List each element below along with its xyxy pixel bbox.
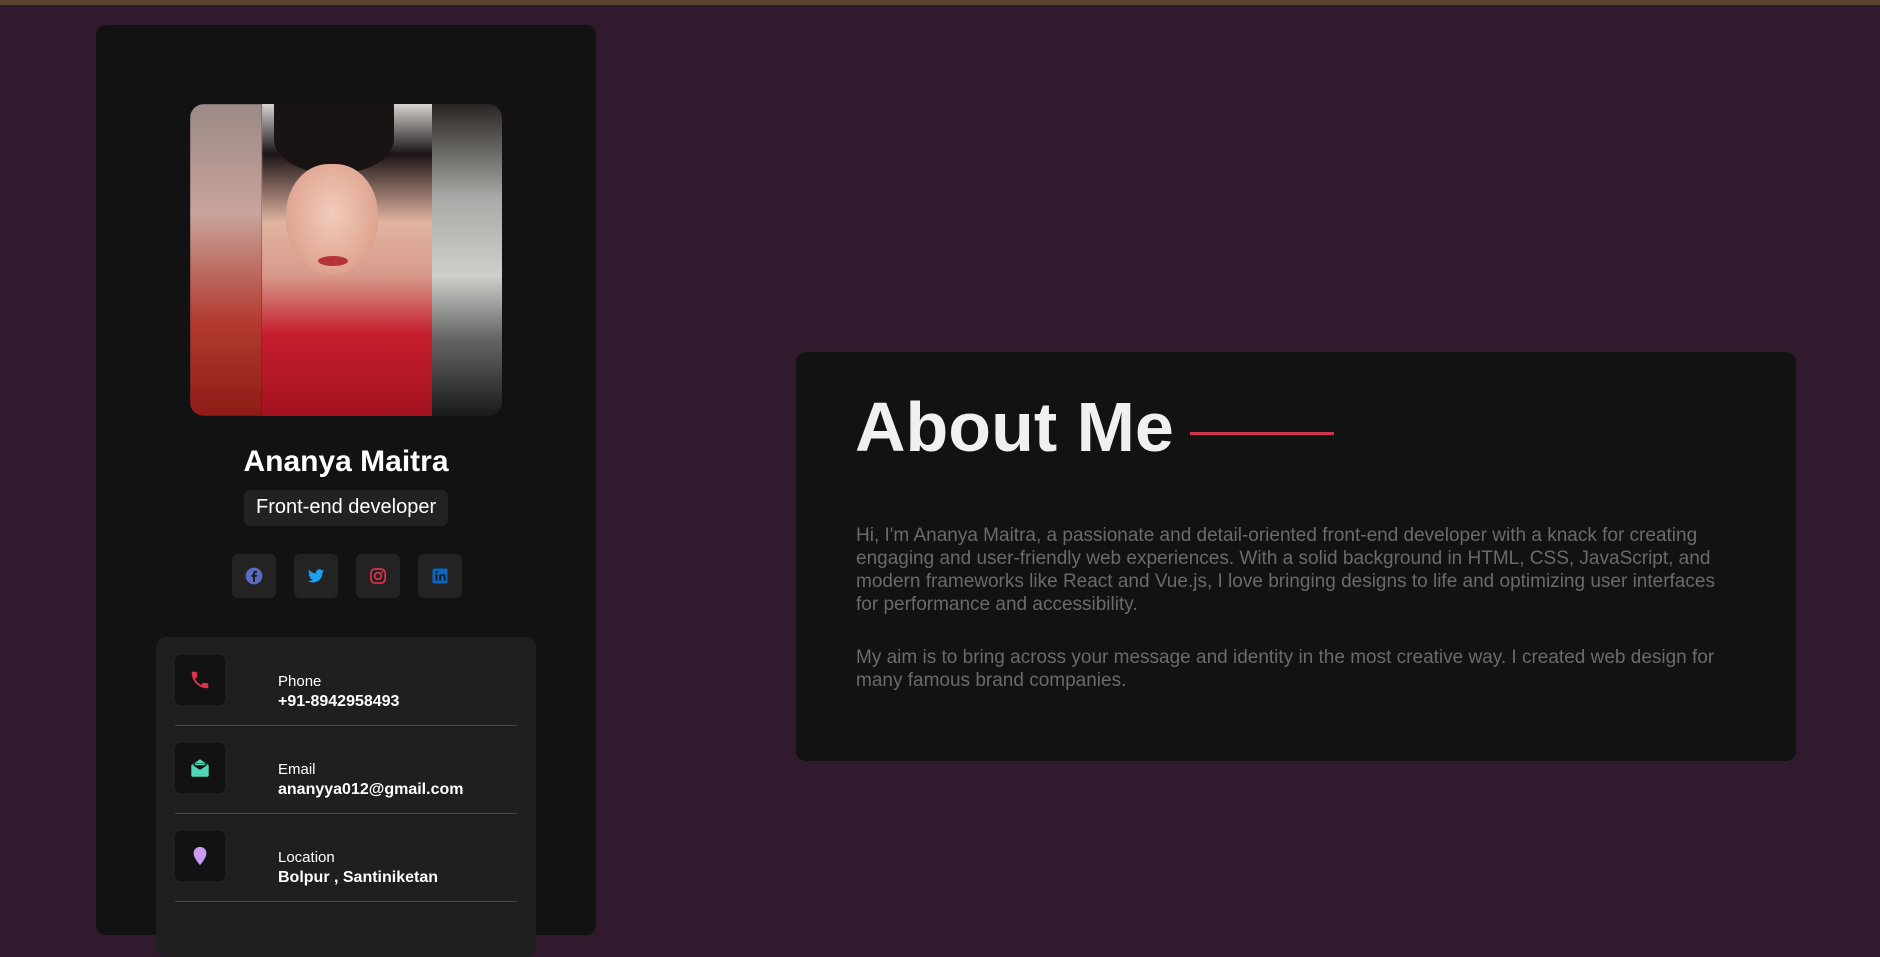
profile-photo — [190, 104, 502, 416]
profile-sidebar: Ananya Maitra Front-end developer Phone … — [96, 25, 596, 957]
location-pin-icon — [193, 846, 207, 866]
role-badge: Front-end developer — [244, 490, 449, 526]
contact-phone: Phone +91-8942958493 — [175, 637, 517, 726]
about-paragraph: My aim is to bring across your message a… — [856, 647, 1715, 691]
about-paragraph: Hi, I'm Ananya Maitra, a passionate and … — [856, 525, 1715, 615]
top-border-strip — [0, 0, 1880, 5]
instagram-icon — [370, 568, 386, 584]
envelope-icon — [191, 759, 209, 777]
contact-email: Email ananyya012@gmail.com — [175, 725, 517, 814]
email-address[interactable]: ananyya012@gmail.com — [278, 781, 463, 799]
social-links — [232, 554, 462, 598]
twitter-icon — [307, 569, 325, 583]
title-underline — [1190, 432, 1334, 435]
phone-number[interactable]: +91-8942958493 — [278, 693, 399, 711]
profile-name: Ananya Maitra — [243, 445, 449, 478]
contact-label: Phone — [278, 673, 322, 690]
contact-label: Email — [278, 761, 316, 778]
linkedin-icon — [432, 568, 448, 584]
phone-icon — [191, 671, 209, 689]
contact-label: Location — [278, 849, 335, 866]
contact-location: Location Bolpur , Santiniketan — [175, 813, 517, 902]
location-icon-box — [175, 831, 225, 881]
twitter-link[interactable] — [294, 554, 338, 598]
linkedin-link[interactable] — [418, 554, 462, 598]
instagram-link[interactable] — [356, 554, 400, 598]
location-value: Bolpur , Santiniketan — [278, 869, 439, 886]
facebook-link[interactable] — [232, 554, 276, 598]
about-section: About Me Hi, I'm Ananya Maitra, a passio… — [796, 352, 1796, 761]
about-title: About Me — [855, 388, 1174, 466]
phone-icon-box — [175, 655, 225, 705]
facebook-icon — [245, 567, 263, 585]
email-icon-box — [175, 743, 225, 793]
contacts-list: Phone +91-8942958493 Email ananyya012@gm… — [156, 637, 536, 957]
